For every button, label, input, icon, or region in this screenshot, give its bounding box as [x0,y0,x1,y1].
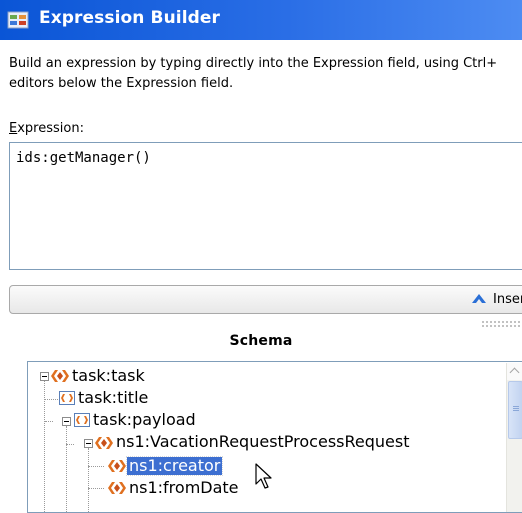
attribute-icon [74,413,90,427]
scrollbar-thumb[interactable] [508,381,522,439]
title-bar: Expression Builder [0,0,522,40]
schema-title: Schema [229,333,293,349]
tree-connector [66,444,74,445]
tree-connector [88,488,104,489]
tree-node-label[interactable]: task:title [78,389,148,407]
insert-button-label: Insert I [493,292,522,307]
tree-node-label[interactable]: ns1:VacationRequestProcessRequest [116,433,409,451]
splitter-grip[interactable] [481,320,522,328]
tree-node-label[interactable]: task:task [72,367,145,385]
tree-node-label[interactable]: task:payload [93,411,196,429]
description-text: Build an expression by typing directly i… [9,54,522,94]
tree-connector [66,426,67,512]
collapse-toggle[interactable] [62,417,71,426]
element-icon [108,482,126,494]
window-title: Expression Builder [39,8,221,28]
insert-into-expression-button[interactable]: Insert I [9,285,522,314]
scroll-up-arrow-icon[interactable] [507,363,522,380]
expression-builder-icon [7,11,29,29]
collapse-toggle[interactable] [84,439,93,448]
element-icon [51,370,69,382]
expression-field[interactable]: ids:getManager() [9,142,522,270]
tree-connector [88,448,89,512]
tree-connector [44,399,58,400]
description-line-2: editors below the Expression field. [9,76,234,91]
expression-label: Expression: [9,121,84,136]
tree-node-label-selected[interactable]: ns1:creator [125,456,224,476]
attribute-icon [59,391,75,405]
description-line-1: Build an expression by typing directly i… [9,56,498,71]
element-icon [108,460,126,472]
element-icon [95,437,113,449]
mouse-cursor-icon [255,463,272,489]
expression-label-rest: xpression: [17,121,84,136]
insert-up-arrow-icon [472,294,486,303]
tree-node-label[interactable]: ns1:fromDate [129,479,239,497]
vertical-scrollbar[interactable] [506,363,522,512]
expression-value: ids:getManager() [16,150,151,166]
tree-connector [45,421,53,422]
collapse-toggle[interactable] [40,372,49,381]
tree-connector [88,466,104,467]
expression-label-mnemonic: E [9,121,18,136]
